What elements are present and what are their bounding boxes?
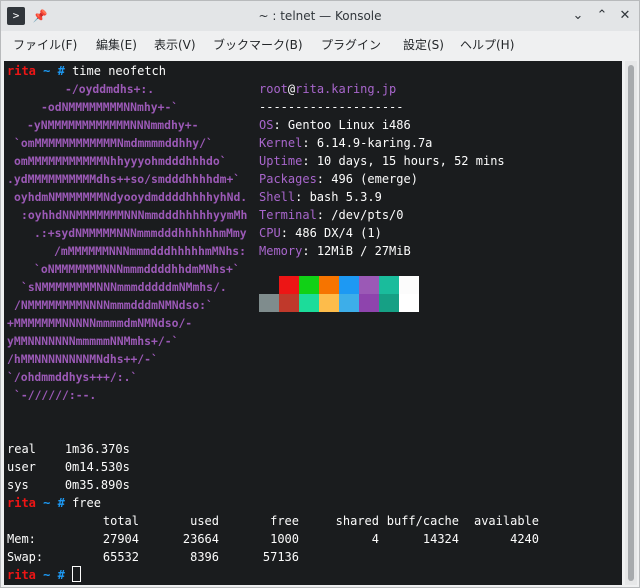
logo-line: `/ohdmmddhys+++/:.` bbox=[7, 370, 138, 384]
info-memory: Memory: 12MiB / 27MiB bbox=[259, 244, 411, 258]
text-cursor bbox=[72, 566, 82, 582]
menu-view[interactable]: 表示(V) bbox=[154, 31, 196, 59]
time-user: user 0m14.530s bbox=[7, 460, 130, 474]
free-cell: 14324 bbox=[422, 532, 459, 546]
logo-line: `-//////:--. bbox=[14, 388, 97, 402]
color-swatch bbox=[259, 294, 279, 312]
info-shell: Shell: bash 5.3.9 bbox=[259, 190, 382, 204]
free-row-label: Swap: bbox=[7, 550, 44, 564]
free-header: free bbox=[270, 514, 299, 528]
free-cell: 65532 bbox=[102, 550, 139, 564]
prompt-line: rita ~ # time neofetch bbox=[7, 64, 166, 78]
logo-line: -/oyddmdhs+:. bbox=[65, 82, 155, 96]
color-swatch bbox=[339, 294, 359, 312]
free-cell: 27904 bbox=[102, 532, 139, 546]
prompt-line: rita ~ # free bbox=[7, 496, 101, 510]
logo-line: /NMMMMMMMMNNNNmmmdddmNMNdso:` bbox=[14, 298, 213, 312]
free-row-label: Mem: bbox=[7, 532, 36, 546]
menu-edit[interactable]: 編集(E) bbox=[96, 31, 137, 59]
window-title: ~ : telnet — Konsole bbox=[258, 9, 382, 23]
color-swatch bbox=[319, 294, 339, 312]
color-swatch bbox=[359, 276, 379, 294]
maximize-button[interactable]: ⌃ bbox=[592, 6, 612, 26]
free-header: shared bbox=[335, 514, 379, 528]
free-header: total bbox=[102, 514, 139, 528]
logo-line: `oNMMMMMMMNNNmmmddddhhdmMNhs+` bbox=[34, 262, 240, 276]
color-swatch bbox=[379, 276, 399, 294]
info-terminal: Terminal: /dev/pts/0 bbox=[259, 208, 404, 222]
menu-bar: ファイル(F) 編集(E) 表示(V) ブックマーク(B) プラグイン 設定(S… bbox=[1, 31, 639, 59]
time-sys: sys 0m35.890s bbox=[7, 478, 130, 492]
logo-line: :oyhhdNNMMMMMMMNNNmmdddhhhhhyymMh bbox=[21, 208, 248, 222]
color-swatch bbox=[359, 294, 379, 312]
logo-line: .ydMMMMMMMMMMdhs++so/smdddhhhhdm+` bbox=[7, 172, 241, 186]
free-cell: 4240 bbox=[510, 532, 539, 546]
info-uptime: Uptime: 10 days, 15 hours, 52 mins bbox=[259, 154, 505, 168]
minimize-button[interactable]: ⌄ bbox=[568, 6, 588, 26]
color-swatch bbox=[379, 294, 399, 312]
info-cpu: CPU: 486 DX/4 (1) bbox=[259, 226, 382, 240]
menu-file[interactable]: ファイル(F) bbox=[13, 31, 77, 59]
logo-line: -yNMMMMMMMMMMMMNNNmmdhy+- bbox=[27, 118, 199, 132]
logo-line: oyhdmNMMMMMMMNdyooydmddddhhhhyhNd. bbox=[14, 190, 248, 204]
free-cell: 8396 bbox=[190, 550, 219, 564]
free-header: available bbox=[473, 514, 539, 528]
logo-line: yMMNNNNNNNmmmmmNNMmhs+/-` bbox=[7, 334, 179, 348]
menu-plugins[interactable]: プラグイン bbox=[321, 31, 381, 59]
user-host-line: root@rita.karing.jp bbox=[259, 82, 397, 96]
color-swatch bbox=[299, 294, 319, 312]
menu-bookmarks[interactable]: ブックマーク(B) bbox=[213, 31, 303, 59]
color-swatch bbox=[319, 276, 339, 294]
scrollbar-thumb[interactable] bbox=[628, 65, 634, 581]
close-button[interactable]: ✕ bbox=[615, 6, 635, 26]
logo-line: `omMMMMMMMMMMMMNmdmmmmddhhy/` bbox=[14, 136, 213, 150]
color-swatch bbox=[339, 276, 359, 294]
logo-line: .:+sydNMMMMMNNNmmmdddhhhhhhmMmy bbox=[34, 226, 247, 240]
color-swatch bbox=[399, 276, 419, 294]
prompt-line: rita ~ # bbox=[7, 566, 82, 584]
konsole-window: > 📌 ~ : telnet — Konsole ⌄ ⌃ ✕ ファイル(F) 編… bbox=[0, 0, 640, 588]
terminal-view[interactable]: rita ~ # time neofetch -/oyddmdhs+:. -od… bbox=[4, 61, 622, 585]
logo-line: /mMMMMMMNNNmmmdddhhhhhmMNhs: bbox=[54, 244, 247, 258]
logo-line: +MMMMMMMNNNNNmmmmdmNMNdso/- bbox=[7, 316, 193, 330]
free-header: buff/cache bbox=[386, 514, 459, 528]
free-cell: 57136 bbox=[262, 550, 299, 564]
title-bar[interactable]: > 📌 ~ : telnet — Konsole ⌄ ⌃ ✕ bbox=[1, 1, 639, 31]
free-cell: 1000 bbox=[270, 532, 299, 546]
free-header: used bbox=[190, 514, 219, 528]
time-real: real 1m36.370s bbox=[7, 442, 130, 456]
logo-line: omMMMMMMMMMMMNhhyyyohmdddhhhdo` bbox=[14, 154, 227, 168]
menu-help[interactable]: ヘルプ(H) bbox=[460, 31, 514, 59]
color-swatch bbox=[279, 294, 299, 312]
menu-settings[interactable]: 設定(S) bbox=[403, 31, 444, 59]
logo-line: -odNMMMMMMMMNNmhy+-` bbox=[41, 100, 179, 114]
logo-line: `sNMMMMMMMMNNNmmmdddddmNMmhs/. bbox=[21, 280, 227, 294]
free-cell: 4 bbox=[371, 532, 379, 546]
logo-line: /hMMNNNNNNNNMNdhs++/-` bbox=[7, 352, 158, 366]
info-packages: Packages: 496 (emerge) bbox=[259, 172, 418, 186]
info-kernel: Kernel: 6.14.9-karing.7a bbox=[259, 136, 433, 150]
color-swatch bbox=[279, 276, 299, 294]
separator-line: -------------------- bbox=[259, 100, 404, 114]
info-os: OS: Gentoo Linux i486 bbox=[259, 118, 411, 132]
color-swatch bbox=[399, 294, 419, 312]
color-swatch bbox=[299, 276, 319, 294]
color-swatch bbox=[259, 276, 279, 294]
vertical-scrollbar[interactable] bbox=[625, 61, 637, 585]
free-cell: 23664 bbox=[182, 532, 219, 546]
